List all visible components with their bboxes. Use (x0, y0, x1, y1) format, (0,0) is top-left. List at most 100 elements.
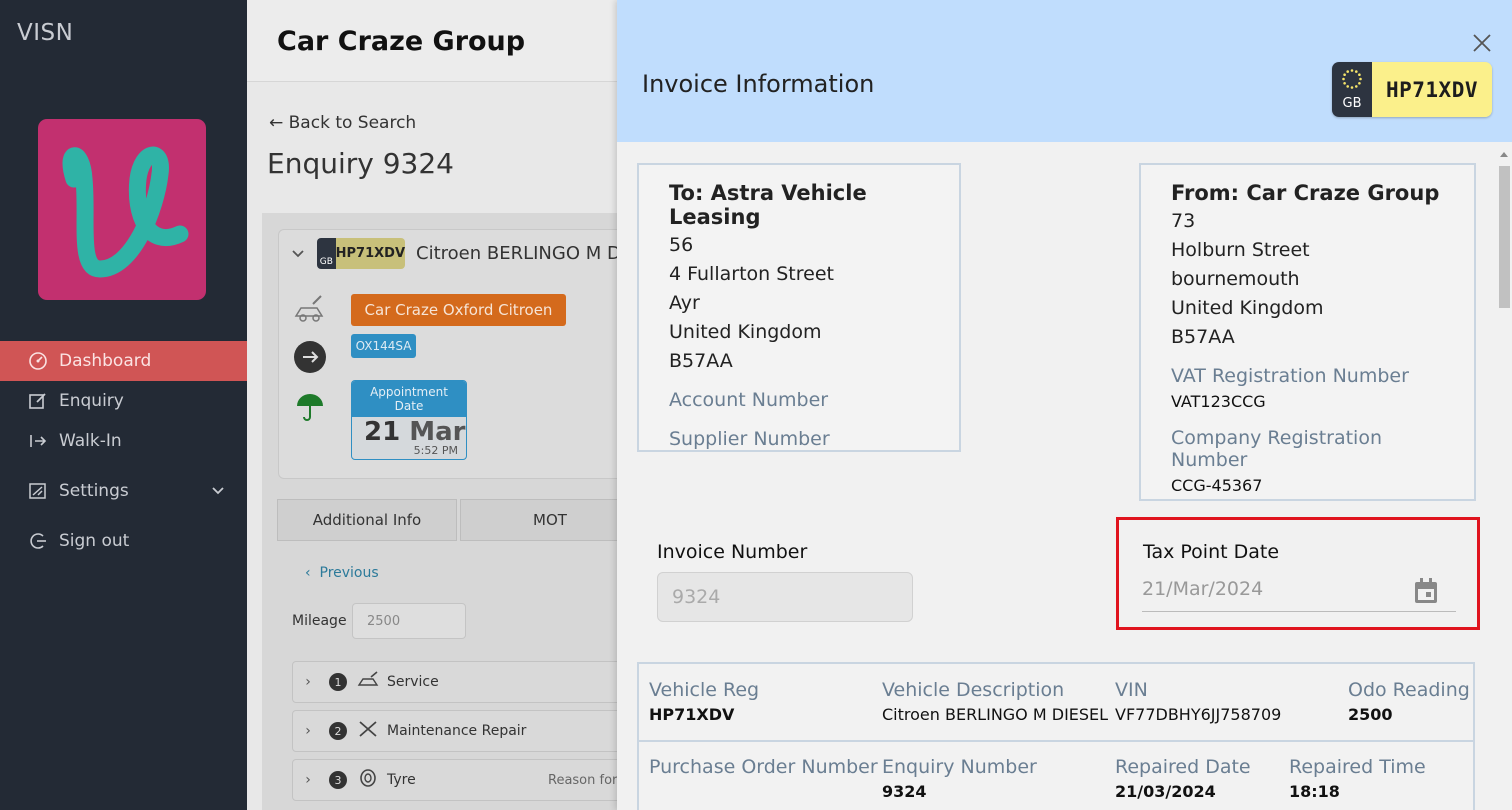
enquiry-number-label: Enquiry Number (882, 756, 1037, 778)
company-reg-value: CCG-45367 (1171, 476, 1263, 495)
arrow-circle-icon (293, 340, 327, 378)
number-plate: GB HP71XDV (1332, 62, 1492, 117)
vehicle-reg-value: HP71XDV (649, 705, 735, 724)
odo-reading-cell: Odo Reading 2500 (1348, 679, 1470, 724)
tab-bar: Additional Info MOT (277, 499, 643, 541)
from-line: B57AA (1171, 326, 1235, 348)
to-line: B57AA (669, 350, 733, 372)
invoice-number-label: Invoice Number (657, 541, 808, 563)
scrollbar-thumb[interactable] (1499, 166, 1510, 308)
invoice-number-input[interactable]: 9324 (657, 572, 913, 622)
job-label: Tyre (387, 772, 416, 788)
umbrella-icon (295, 392, 325, 426)
chevron-right-icon: › (305, 772, 311, 788)
sidebar-item-label: Enquiry (59, 391, 124, 411)
to-line: Ayr (669, 292, 700, 314)
plate-text: HP71XDV (1372, 62, 1492, 117)
job-row-service[interactable]: › 1 Service (292, 661, 672, 703)
tax-point-date-input[interactable]: 21/Mar/2024 (1142, 572, 1456, 612)
odo-reading-label: Odo Reading (1348, 679, 1470, 701)
vehicle-summary: GB HP71XDV Citroen BERLINGO M DIESEL Car… (278, 229, 670, 479)
enquiry-number-value: 9324 (882, 782, 927, 801)
from-line: United Kingdom (1171, 297, 1324, 319)
tyre-icon (357, 768, 379, 792)
panel-title: Invoice Information (642, 70, 875, 98)
mini-number-plate: GB HP71XDV (317, 238, 405, 269)
job-number: 1 (329, 673, 347, 691)
previous-link[interactable]: ‹ Previous (305, 565, 379, 581)
sidebar-item-sign-out[interactable]: Sign out (0, 521, 247, 561)
mileage-label: Mileage (292, 613, 347, 629)
to-address-box: To: Astra Vehicle Leasing 56 4 Fullarton… (637, 163, 961, 452)
page-title: Enquiry 9324 (267, 147, 454, 180)
close-button[interactable] (1469, 30, 1495, 56)
purchase-order-cell: Purchase Order Number (649, 756, 878, 778)
sidebar: VISN Dashboard Enquiry Walk-In Settings (0, 0, 247, 810)
panel-scrollbar[interactable] (1497, 150, 1512, 810)
odo-reading-value: 2500 (1348, 705, 1393, 724)
enter-icon (27, 430, 49, 452)
service-icon (357, 671, 379, 693)
from-heading: From: Car Craze Group (1171, 181, 1440, 205)
wrench-car-icon (293, 294, 327, 328)
job-number: 3 (329, 771, 347, 789)
job-row-maintenance[interactable]: › 2 Maintenance Repair (292, 710, 672, 752)
sidebar-item-enquiry[interactable]: Enquiry (0, 381, 247, 421)
scroll-up-icon[interactable] (1500, 152, 1508, 157)
repaired-date-value: 21/03/2024 (1115, 782, 1216, 801)
previous-label: Previous (319, 565, 379, 581)
back-to-search-link[interactable]: ← Back to Search (269, 113, 416, 133)
chevron-right-icon: › (305, 723, 311, 739)
sidebar-item-label: Settings (59, 481, 129, 501)
sidebar-item-walk-in[interactable]: Walk-In (0, 421, 247, 461)
to-line: United Kingdom (669, 321, 822, 343)
sidebar-item-label: Sign out (59, 531, 130, 551)
sidebar-item-label: Walk-In (59, 431, 122, 451)
vat-label: VAT Registration Number (1171, 365, 1409, 387)
dealer-badge: Car Craze Oxford Citroen (351, 294, 566, 326)
vehicle-reg-label: Vehicle Reg (649, 679, 760, 701)
chevron-right-icon: › (305, 674, 311, 690)
calendar-icon[interactable] (1413, 577, 1439, 605)
vin-cell: VIN VF77DBHY6JJ758709 (1115, 679, 1281, 724)
plate-country: GB (1342, 96, 1362, 111)
to-line: 56 (669, 234, 694, 256)
chevron-down-icon[interactable] (211, 483, 225, 503)
company-reg-label: Company Registration Number (1171, 427, 1383, 471)
repaired-time-cell: Repaired Time 18:18 (1289, 756, 1426, 801)
vat-value: VAT123CCG (1171, 392, 1266, 411)
enquiry-card: GB HP71XDV Citroen BERLINGO M DIESEL Car… (262, 213, 672, 810)
job-number: 2 (329, 722, 347, 740)
tab-additional-info[interactable]: Additional Info (277, 499, 457, 541)
plate-text: HP71XDV (335, 238, 405, 269)
vehicle-description-cell: Vehicle Description Citroen BERLINGO M D… (882, 679, 1108, 724)
eu-stars-icon (1342, 69, 1362, 89)
mileage-input[interactable]: 2500 (352, 603, 466, 639)
chevron-down-icon[interactable] (291, 246, 305, 265)
sidebar-item-label: Dashboard (59, 351, 152, 371)
job-label: Maintenance Repair (387, 723, 527, 739)
app-logo (38, 119, 206, 300)
vehicle-reg-cell: Vehicle Reg HP71XDV (649, 679, 759, 724)
brand-name: VISN (17, 20, 74, 46)
repaired-date-label: Repaired Date (1115, 756, 1251, 778)
dealer-code-badge: OX144SA (351, 334, 416, 358)
job-label: Service (387, 674, 439, 690)
to-heading: To: Astra Vehicle Leasing (669, 181, 867, 229)
repaired-time-value: 18:18 (1289, 782, 1340, 801)
tax-point-date-label: Tax Point Date (1143, 541, 1280, 563)
repaired-date-cell: Repaired Date 21/03/2024 (1115, 756, 1251, 801)
appointment-date-card: Appointment Date 21 Mar 5:52 PM (351, 380, 467, 460)
tab-mot[interactable]: MOT (460, 499, 640, 541)
sidebar-item-settings[interactable]: Settings (0, 471, 247, 511)
vehicle-description-value: Citroen BERLINGO M DIESEL (882, 705, 1109, 724)
edit-icon (27, 390, 49, 412)
sidebar-item-dashboard[interactable]: Dashboard (0, 341, 247, 381)
settings-icon (27, 480, 49, 502)
appointment-month: Mar (409, 417, 466, 447)
supplier-number-label: Supplier Number (669, 428, 830, 450)
panel-header: Invoice Information GB HP71XDV (617, 0, 1512, 142)
vin-value: VF77DBHY6JJ758709 (1115, 705, 1282, 724)
job-row-tyre[interactable]: › 3 Tyre Reason for a (292, 759, 672, 801)
plate-country: GB (317, 238, 336, 269)
